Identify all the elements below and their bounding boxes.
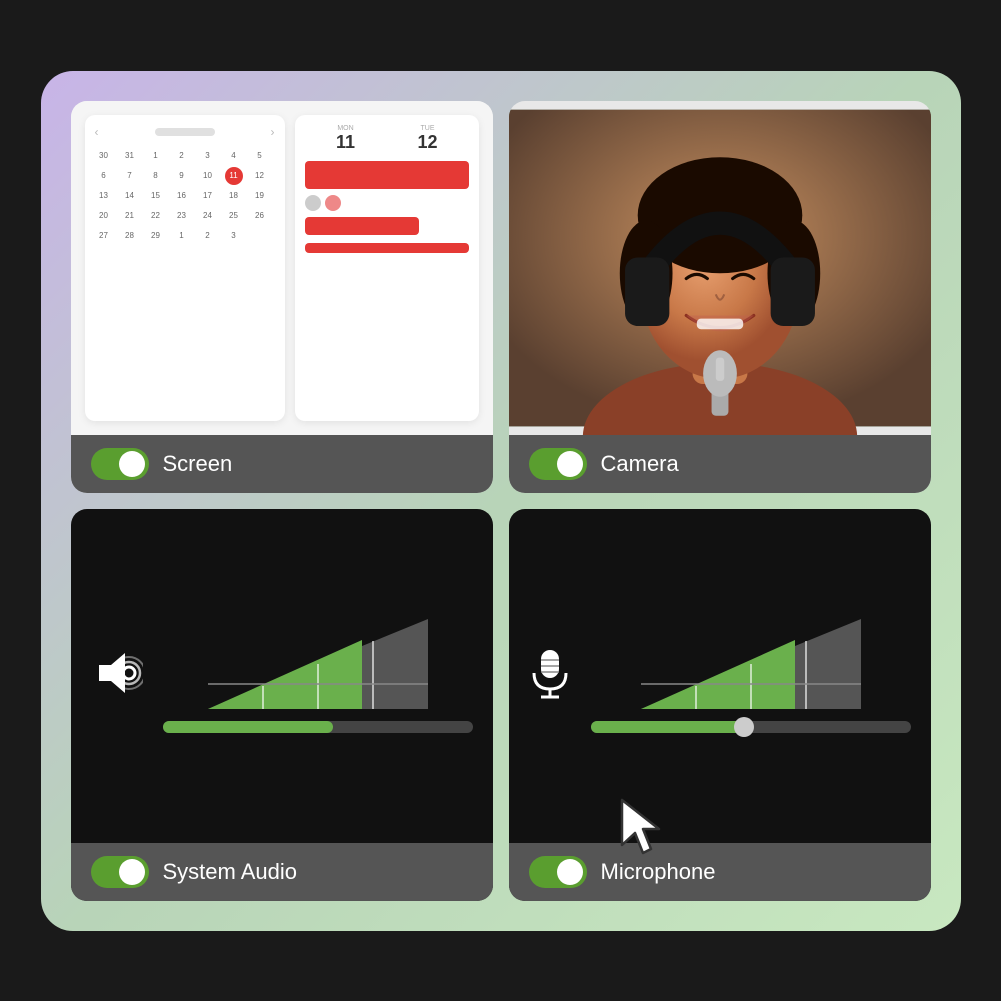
screen-toggle[interactable] bbox=[91, 448, 149, 480]
screen-preview: ‹ › 30 31 1 2 3 4 5 6 7 8 bbox=[71, 101, 493, 435]
sched-day-2: TUE 12 bbox=[387, 125, 469, 153]
cal-cell: 14 bbox=[121, 187, 139, 205]
microphone-label: Microphone bbox=[601, 859, 716, 885]
slider-track[interactable] bbox=[163, 721, 473, 733]
sched-event-3 bbox=[305, 243, 469, 253]
camera-label: Camera bbox=[601, 451, 679, 477]
cal-header: ‹ › bbox=[95, 125, 275, 139]
mic-ramp-container bbox=[591, 619, 911, 709]
avatar-1 bbox=[305, 195, 321, 211]
main-container: ‹ › 30 31 1 2 3 4 5 6 7 8 bbox=[41, 71, 961, 931]
schedule-header: MON 11 TUE 12 bbox=[305, 125, 469, 153]
cal-cell: 6 bbox=[95, 167, 113, 185]
system-audio-label: System Audio bbox=[163, 859, 298, 885]
avatar-2 bbox=[325, 195, 341, 211]
screen-card: ‹ › 30 31 1 2 3 4 5 6 7 8 bbox=[71, 101, 493, 493]
mic-slider-thumb[interactable] bbox=[734, 717, 754, 737]
sched-day1-num: 11 bbox=[305, 132, 387, 153]
cal-cell: 31 bbox=[121, 147, 139, 165]
mic-icon bbox=[529, 647, 571, 704]
sched-day2-num: 12 bbox=[387, 132, 469, 153]
cal-cell: 3 bbox=[225, 227, 243, 245]
cal-cell: 20 bbox=[95, 207, 113, 225]
cal-cell: 29 bbox=[147, 227, 165, 245]
camera-toggle[interactable] bbox=[529, 448, 587, 480]
camera-preview bbox=[509, 101, 931, 435]
microphone-toggle[interactable] bbox=[529, 856, 587, 888]
sched-day2-label: TUE bbox=[387, 125, 469, 132]
cal-next[interactable]: › bbox=[271, 125, 275, 139]
cal-cell: 9 bbox=[173, 167, 191, 185]
camera-visual bbox=[509, 101, 931, 435]
cal-cell: 19 bbox=[251, 187, 269, 205]
cal-cell: 12 bbox=[251, 167, 269, 185]
cal-cell: 10 bbox=[199, 167, 217, 185]
microphone-content bbox=[509, 509, 931, 843]
cal-cell: 13 bbox=[95, 187, 113, 205]
mic-meter bbox=[591, 619, 911, 733]
calendar-widget: ‹ › 30 31 1 2 3 4 5 6 7 8 bbox=[85, 115, 285, 421]
sched-event-2 bbox=[305, 217, 420, 235]
cal-cell: 1 bbox=[147, 147, 165, 165]
cal-cell: 24 bbox=[199, 207, 217, 225]
cal-cell: 22 bbox=[147, 207, 165, 225]
cal-cell: 30 bbox=[95, 147, 113, 165]
mic-slider-track[interactable] bbox=[591, 721, 911, 733]
screen-toggle-bar: Screen bbox=[71, 435, 493, 493]
slider-fill bbox=[163, 721, 334, 733]
cal-cell: 8 bbox=[147, 167, 165, 185]
cal-prev[interactable]: ‹ bbox=[95, 125, 99, 139]
system-audio-toggle-bar: System Audio bbox=[71, 843, 493, 901]
meter-ramp-svg bbox=[163, 619, 473, 709]
camera-card: Camera bbox=[509, 101, 931, 493]
sched-day-1: MON 11 bbox=[305, 125, 387, 153]
cards-grid: ‹ › 30 31 1 2 3 4 5 6 7 8 bbox=[71, 101, 931, 901]
cal-cell: 28 bbox=[121, 227, 139, 245]
cal-cell: 4 bbox=[225, 147, 243, 165]
system-audio-content bbox=[71, 509, 493, 843]
cal-cell: 18 bbox=[225, 187, 243, 205]
schedule-panel: MON 11 TUE 12 bbox=[295, 115, 479, 421]
cal-grid: 30 31 1 2 3 4 5 6 7 8 9 10 11 12 bbox=[95, 147, 275, 245]
cal-cell: 15 bbox=[147, 187, 165, 205]
cal-cell: 25 bbox=[225, 207, 243, 225]
speaker-icon bbox=[91, 647, 143, 704]
cal-cell: 1 bbox=[173, 227, 191, 245]
cal-cell: 2 bbox=[199, 227, 217, 245]
cal-cell: 16 bbox=[173, 187, 191, 205]
cal-cell: 23 bbox=[173, 207, 191, 225]
cal-cell: 7 bbox=[121, 167, 139, 185]
meter-ramp-container bbox=[163, 619, 473, 709]
microphone-card: Microphone bbox=[509, 509, 931, 901]
cal-cell: 21 bbox=[121, 207, 139, 225]
cal-cell: 17 bbox=[199, 187, 217, 205]
mic-svg bbox=[529, 647, 571, 699]
cal-today: 11 bbox=[225, 167, 243, 185]
system-audio-toggle[interactable] bbox=[91, 856, 149, 888]
system-audio-meter bbox=[163, 619, 473, 733]
mic-ramp-svg bbox=[591, 619, 911, 709]
screen-label: Screen bbox=[163, 451, 233, 477]
cal-cell: 26 bbox=[251, 207, 269, 225]
sched-day1-label: MON bbox=[305, 125, 387, 132]
system-audio-card: System Audio bbox=[71, 509, 493, 901]
cal-title-bar bbox=[155, 128, 215, 136]
cal-cell: 5 bbox=[251, 147, 269, 165]
speaker-svg bbox=[91, 647, 143, 699]
sched-event-1 bbox=[305, 161, 469, 189]
cal-cell: 2 bbox=[173, 147, 191, 165]
camera-toggle-bar: Camera bbox=[509, 435, 931, 493]
mic-slider-fill bbox=[591, 721, 745, 733]
cal-cell: 3 bbox=[199, 147, 217, 165]
cal-cell: 27 bbox=[95, 227, 113, 245]
sched-avatars bbox=[305, 195, 469, 211]
microphone-toggle-bar: Microphone bbox=[509, 843, 931, 901]
